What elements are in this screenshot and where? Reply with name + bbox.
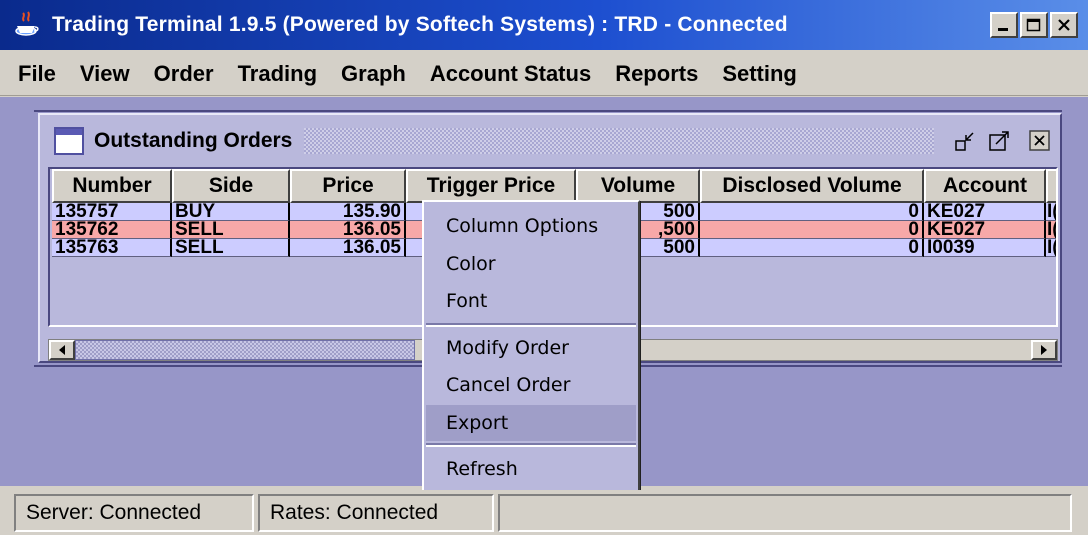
maximize-button[interactable]: [1020, 12, 1048, 38]
cell-side: SELL: [172, 239, 290, 257]
column-header-number[interactable]: Number: [52, 169, 172, 203]
menu-separator: [426, 323, 636, 327]
maximize-icon: [1026, 18, 1041, 32]
minimize-button[interactable]: [990, 12, 1018, 38]
arrow-right-icon: [1041, 345, 1047, 355]
cell-extra: I(: [1046, 239, 1056, 257]
arrow-left-icon: [59, 345, 65, 355]
window-title: Trading Terminal 1.9.5 (Powered by Softe…: [52, 13, 788, 36]
internal-frame-title: Outstanding Orders: [94, 129, 293, 152]
internal-frame-title-bar[interactable]: Outstanding Orders: [46, 121, 1054, 161]
column-header-side[interactable]: Side: [172, 169, 290, 203]
title-bar-pattern: [304, 128, 934, 154]
table-header: Number Side Price Trigger Price Volume D…: [52, 169, 1056, 203]
menu-item-font[interactable]: Font: [426, 283, 636, 319]
menu-separator: [426, 443, 636, 447]
restore-icon: [955, 132, 974, 151]
maximize-frame-button[interactable]: [986, 127, 1014, 155]
maximize-icon: [989, 131, 1009, 151]
menu-trading[interactable]: Trading: [226, 52, 329, 96]
cell-side: BUY: [172, 203, 290, 221]
menu-reports[interactable]: Reports: [603, 52, 710, 96]
window-icon: [54, 127, 84, 155]
menu-item-cancel-order[interactable]: Cancel Order: [426, 367, 636, 403]
title-bar[interactable]: Trading Terminal 1.9.5 (Powered by Softe…: [0, 0, 1088, 50]
menu-file[interactable]: File: [6, 52, 68, 96]
cell-disclosed-volume: 0: [700, 203, 924, 221]
column-header-volume[interactable]: Volume: [576, 169, 700, 203]
cell-extra: I(: [1046, 221, 1056, 239]
status-rates: Rates: Connected: [258, 493, 494, 532]
close-icon: [1058, 19, 1070, 31]
cell-number: 135762: [52, 221, 172, 239]
cell-price: 135.90: [290, 203, 406, 221]
cell-price: 136.05: [290, 221, 406, 239]
menu-order[interactable]: Order: [142, 52, 226, 96]
cell-account: KE027: [924, 221, 1046, 239]
cell-number: 135757: [52, 203, 172, 221]
column-header-disclosed-volume[interactable]: Disclosed Volume: [700, 169, 924, 203]
column-header-extra[interactable]: [1046, 169, 1056, 203]
menu-item-color[interactable]: Color: [426, 246, 636, 282]
status-server: Server: Connected: [14, 493, 254, 532]
status-message: [498, 493, 1072, 532]
menu-bar: File View Order Trading Graph Account St…: [0, 52, 1088, 96]
menu-view[interactable]: View: [68, 52, 142, 96]
scroll-thumb[interactable]: [75, 340, 415, 360]
cell-side: SELL: [172, 221, 290, 239]
cell-account: I0039: [924, 239, 1046, 257]
cell-extra: I(: [1046, 203, 1056, 221]
divider: [34, 110, 1062, 112]
menu-item-modify-order[interactable]: Modify Order: [426, 330, 636, 366]
column-header-trigger-price[interactable]: Trigger Price: [406, 169, 576, 203]
minimize-icon: [998, 28, 1008, 31]
cell-disclosed-volume: 0: [700, 239, 924, 257]
context-menu: Column Options Color Font Modify Order C…: [422, 200, 640, 492]
status-bar: Server: Connected Rates: Connected: [0, 490, 1088, 535]
menu-item-column-options[interactable]: Column Options: [426, 208, 636, 244]
cell-number: 135763: [52, 239, 172, 257]
close-frame-button[interactable]: [1026, 127, 1054, 155]
close-icon: [1029, 130, 1050, 151]
menu-setting[interactable]: Setting: [710, 52, 809, 96]
column-header-price[interactable]: Price: [290, 169, 406, 203]
java-cup-icon: [12, 10, 42, 40]
scroll-left-button[interactable]: [49, 340, 75, 360]
menu-item-export[interactable]: Export: [426, 405, 636, 441]
cell-disclosed-volume: 0: [700, 221, 924, 239]
cell-account: KE027: [924, 203, 1046, 221]
scroll-right-button[interactable]: [1031, 340, 1057, 360]
column-header-account[interactable]: Account: [924, 169, 1046, 203]
close-button[interactable]: [1050, 12, 1078, 38]
cell-price: 136.05: [290, 239, 406, 257]
menu-item-refresh[interactable]: Refresh: [426, 451, 636, 487]
restore-button[interactable]: [952, 127, 980, 155]
menu-account-status[interactable]: Account Status: [418, 52, 603, 96]
menu-graph[interactable]: Graph: [329, 52, 418, 96]
